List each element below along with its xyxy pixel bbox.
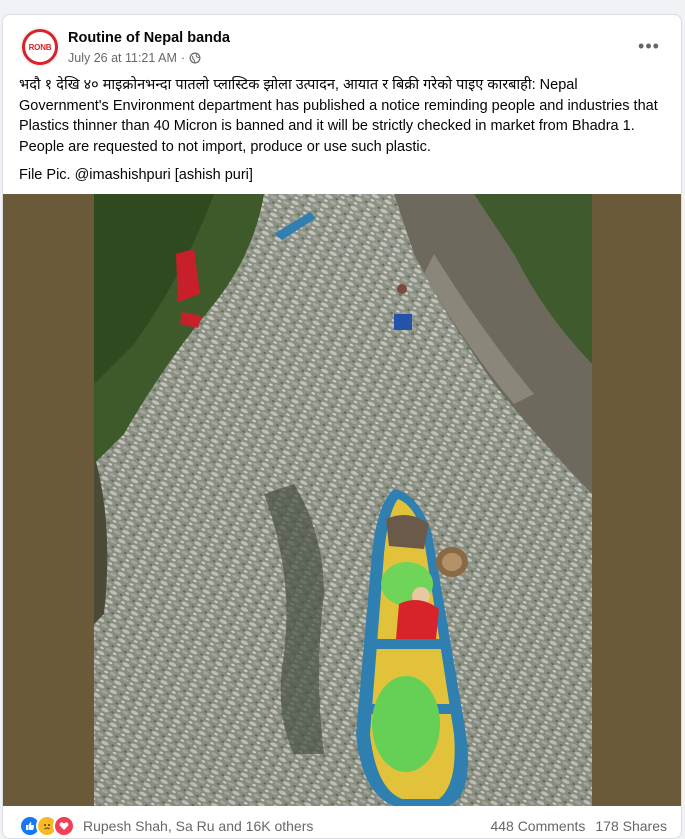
post-stats: 448 Comments 178 Shares	[490, 818, 667, 834]
comments-count[interactable]: 448 Comments	[490, 818, 585, 834]
reaction-icons[interactable]	[19, 815, 75, 837]
post-meta: July 26 at 11:21 AM ·	[68, 51, 201, 65]
page-name[interactable]: Routine of Nepal banda	[68, 30, 230, 46]
reaction-names[interactable]: Rupesh Shah, Sa Ru and 16K others	[83, 818, 313, 834]
post-photo[interactable]	[3, 194, 681, 806]
meta-separator: ·	[180, 51, 186, 65]
avatar[interactable]: RONB	[20, 27, 60, 67]
photo-credit: File Pic. @imashishpuri [ashish puri]	[19, 167, 253, 183]
shares-count[interactable]: 178 Shares	[595, 818, 667, 834]
post-caption: भदौ १ देखि ४० माइक्रोनभन्दा पातलो प्लास्…	[19, 75, 659, 186]
more-options-icon: •••	[638, 35, 660, 56]
post-card: RONB Routine of Nepal banda July 26 at 1…	[2, 14, 682, 839]
love-icon	[53, 815, 75, 837]
post-header: RONB Routine of Nepal banda July 26 at 1…	[3, 15, 681, 75]
river-plastic-photo	[94, 194, 592, 806]
post-date[interactable]: July 26 at 11:21 AM	[68, 51, 177, 65]
globe-icon[interactable]	[189, 52, 201, 64]
avatar-logo: RONB	[25, 32, 55, 62]
avatar-logo-text: RONB	[28, 42, 52, 52]
post-footer: Rupesh Shah, Sa Ru and 16K others 448 Co…	[3, 812, 681, 838]
more-options-button[interactable]: •••	[631, 31, 667, 61]
caption-text: भदौ १ देखि ४० माइक्रोनभन्दा पातलो प्लास्…	[19, 77, 658, 155]
